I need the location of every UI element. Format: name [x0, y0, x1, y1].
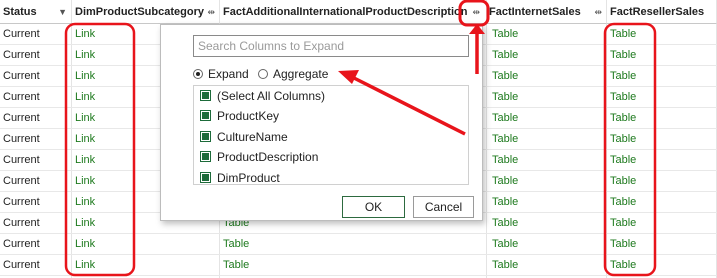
list-item-label: ProductKey — [217, 109, 280, 124]
cell-dimproductsubcategory[interactable]: Link — [72, 255, 220, 276]
checkbox-checked[interactable] — [200, 130, 211, 142]
expand-column-icon[interactable]: ⇹ — [594, 0, 602, 23]
checkbox-checked[interactable] — [200, 151, 211, 163]
expand-radio-button[interactable] — [193, 69, 203, 79]
search-columns-input[interactable] — [193, 35, 469, 57]
checkbox-checked[interactable] — [200, 90, 211, 101]
filter-dropdown-icon[interactable]: ▼ — [58, 0, 67, 23]
list-item-select-all[interactable]: (Select All Columns) — [194, 86, 468, 106]
cell-factinternetsales[interactable]: Table — [487, 45, 607, 66]
aggregate-radio-button[interactable] — [258, 69, 268, 79]
list-item-dimproduct[interactable]: DimProduct — [194, 168, 468, 185]
cell-factresellersales[interactable]: Table — [607, 66, 717, 87]
cell-factinternetsales[interactable]: Table — [487, 255, 607, 276]
cell-factresellersales[interactable]: Table — [607, 108, 717, 129]
header-status[interactable]: Status ▼ — [0, 0, 72, 24]
cell-status: Current — [0, 171, 72, 192]
aggregate-radio-label: Aggregate — [273, 67, 329, 81]
checkbox-checked[interactable] — [200, 171, 211, 183]
cell-factinternetsales[interactable]: Table — [487, 150, 607, 171]
aggregate-radio-option[interactable]: Aggregate — [258, 65, 328, 83]
cell-status: Current — [0, 150, 72, 171]
cell-factresellersales[interactable]: Table — [607, 24, 717, 45]
cell-factinternetsales[interactable]: Table — [487, 108, 607, 129]
list-item-label: CultureName — [217, 129, 288, 144]
cell-status: Current — [0, 129, 72, 150]
cell-status: Current — [0, 108, 72, 129]
cell-status: Current — [0, 87, 72, 108]
cell-factresellersales[interactable]: Table — [607, 45, 717, 66]
cell-status: Current — [0, 255, 72, 276]
list-item-productdescription[interactable]: ProductDescription — [194, 147, 468, 167]
list-item-label: (Select All Columns) — [217, 89, 326, 103]
cell-factinternetsales[interactable]: Table — [487, 213, 607, 234]
cell-factresellersales[interactable]: Table — [607, 213, 717, 234]
header-factadditionalinternationalproductdescription[interactable]: FactAdditionalInternationalProductDescri… — [220, 0, 487, 24]
cell-dimproductsubcategory[interactable]: Link — [72, 234, 220, 255]
cell-factresellersales[interactable]: Table — [607, 87, 717, 108]
cell-factinternetsales[interactable]: Table — [487, 129, 607, 150]
cell-factresellersales[interactable]: Table — [607, 255, 717, 276]
cell-factinternetsales[interactable]: Table — [487, 24, 607, 45]
header-label: Status — [3, 6, 37, 18]
cell-factresellersales[interactable]: Table — [607, 129, 717, 150]
header-factinternetsales[interactable]: FactInternetSales ⇹ — [487, 0, 607, 24]
cell-factinternetsales[interactable]: Table — [487, 171, 607, 192]
list-item-label: DimProduct — [217, 170, 280, 185]
header-label: FactResellerSales — [610, 6, 705, 18]
expand-columns-dialog: Expand Aggregate (Select All Columns) Pr… — [160, 24, 483, 221]
cell-factinternetsales[interactable]: Table — [487, 192, 607, 213]
header-label: DimProductSubcategory — [75, 6, 204, 18]
header-factresellersales[interactable]: FactResellerSales — [607, 0, 717, 24]
cell-status: Current — [0, 66, 72, 87]
cell-factresellersales[interactable]: Table — [607, 192, 717, 213]
cell-factinternetsales[interactable]: Table — [487, 234, 607, 255]
cell-factresellersales[interactable]: Table — [607, 150, 717, 171]
header-label: FactInternetSales — [489, 6, 581, 18]
expand-column-icon[interactable]: ⇹ — [207, 0, 215, 23]
ok-button[interactable]: OK — [342, 196, 405, 218]
cancel-button[interactable]: Cancel — [413, 196, 474, 218]
expand-radio-option[interactable]: Expand — [193, 65, 249, 83]
cell-status: Current — [0, 192, 72, 213]
cell-status: Current — [0, 234, 72, 255]
columns-checkbox-list[interactable]: (Select All Columns) ProductKey CultureN… — [193, 85, 469, 185]
header-dimproductsubcategory[interactable]: DimProductSubcategory ⇹ — [72, 0, 220, 24]
expand-column-icon[interactable]: ⇹ — [472, 0, 480, 23]
cell-factadditional[interactable]: Table — [220, 234, 487, 255]
expand-radio-label: Expand — [208, 67, 249, 81]
cell-status: Current — [0, 24, 72, 45]
list-item-productkey[interactable]: ProductKey — [194, 106, 468, 126]
cell-factadditional[interactable]: Table — [220, 255, 487, 276]
checkbox-checked[interactable] — [200, 110, 211, 122]
cell-factinternetsales[interactable]: Table — [487, 66, 607, 87]
list-item-label: ProductDescription — [217, 150, 319, 165]
cell-status: Current — [0, 213, 72, 234]
cell-status: Current — [0, 45, 72, 66]
cell-factresellersales[interactable]: Table — [607, 171, 717, 192]
cell-factinternetsales[interactable]: Table — [487, 87, 607, 108]
header-label: FactAdditionalInternationalProductDescri… — [223, 6, 468, 18]
cell-factresellersales[interactable]: Table — [607, 234, 717, 255]
list-item-culturename[interactable]: CultureName — [194, 127, 468, 147]
